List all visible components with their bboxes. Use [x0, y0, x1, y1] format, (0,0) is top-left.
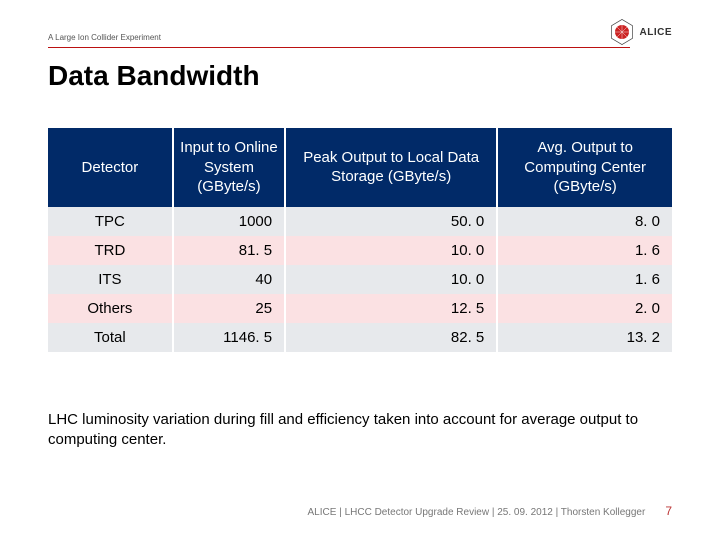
alice-logo: ALICE: [608, 18, 673, 46]
cell-peak: 50. 0: [285, 207, 497, 236]
table-row: TPC 1000 50. 0 8. 0: [48, 207, 672, 236]
cell-peak: 10. 0: [285, 265, 497, 294]
table-row: ITS 40 10. 0 1. 6: [48, 265, 672, 294]
cell-peak: 12. 5: [285, 294, 497, 323]
cell-peak: 10. 0: [285, 236, 497, 265]
alice-logo-icon: [608, 18, 636, 46]
cell-avg: 1. 6: [497, 265, 672, 294]
cell-input: 25: [173, 294, 285, 323]
table-header-row: Detector Input to Online System (GByte/s…: [48, 128, 672, 207]
footer: ALICE | LHCC Detector Upgrade Review | 2…: [308, 504, 672, 518]
cell-detector: TRD: [48, 236, 173, 265]
cell-detector: Others: [48, 294, 173, 323]
header-bar: A Large Ion Collider Experiment ALICE: [48, 18, 672, 46]
caption-text: LHC luminosity variation during fill and…: [48, 410, 672, 451]
page-title: Data Bandwidth: [48, 60, 260, 92]
col-peak: Peak Output to Local Data Storage (GByte…: [285, 128, 497, 207]
cell-detector: ITS: [48, 265, 173, 294]
alice-logo-text: ALICE: [640, 27, 673, 38]
experiment-subtitle: A Large Ion Collider Experiment: [48, 33, 161, 46]
cell-avg: 13. 2: [497, 323, 672, 352]
footer-text: ALICE | LHCC Detector Upgrade Review | 2…: [308, 507, 646, 518]
cell-input: 81. 5: [173, 236, 285, 265]
col-detector: Detector: [48, 128, 173, 207]
cell-input: 1000: [173, 207, 285, 236]
cell-avg: 1. 6: [497, 236, 672, 265]
table-row: TRD 81. 5 10. 0 1. 6: [48, 236, 672, 265]
cell-detector: TPC: [48, 207, 173, 236]
page-number: 7: [665, 504, 672, 518]
cell-peak: 82. 5: [285, 323, 497, 352]
bandwidth-table: Detector Input to Online System (GByte/s…: [48, 128, 672, 352]
cell-input: 40: [173, 265, 285, 294]
cell-avg: 2. 0: [497, 294, 672, 323]
cell-input: 1146. 5: [173, 323, 285, 352]
cell-detector: Total: [48, 323, 173, 352]
col-avg: Avg. Output to Computing Center (GByte/s…: [497, 128, 672, 207]
table-row: Others 25 12. 5 2. 0: [48, 294, 672, 323]
col-input: Input to Online System (GByte/s): [173, 128, 285, 207]
cell-avg: 8. 0: [497, 207, 672, 236]
header-rule: [48, 47, 630, 48]
table-row: Total 1146. 5 82. 5 13. 2: [48, 323, 672, 352]
